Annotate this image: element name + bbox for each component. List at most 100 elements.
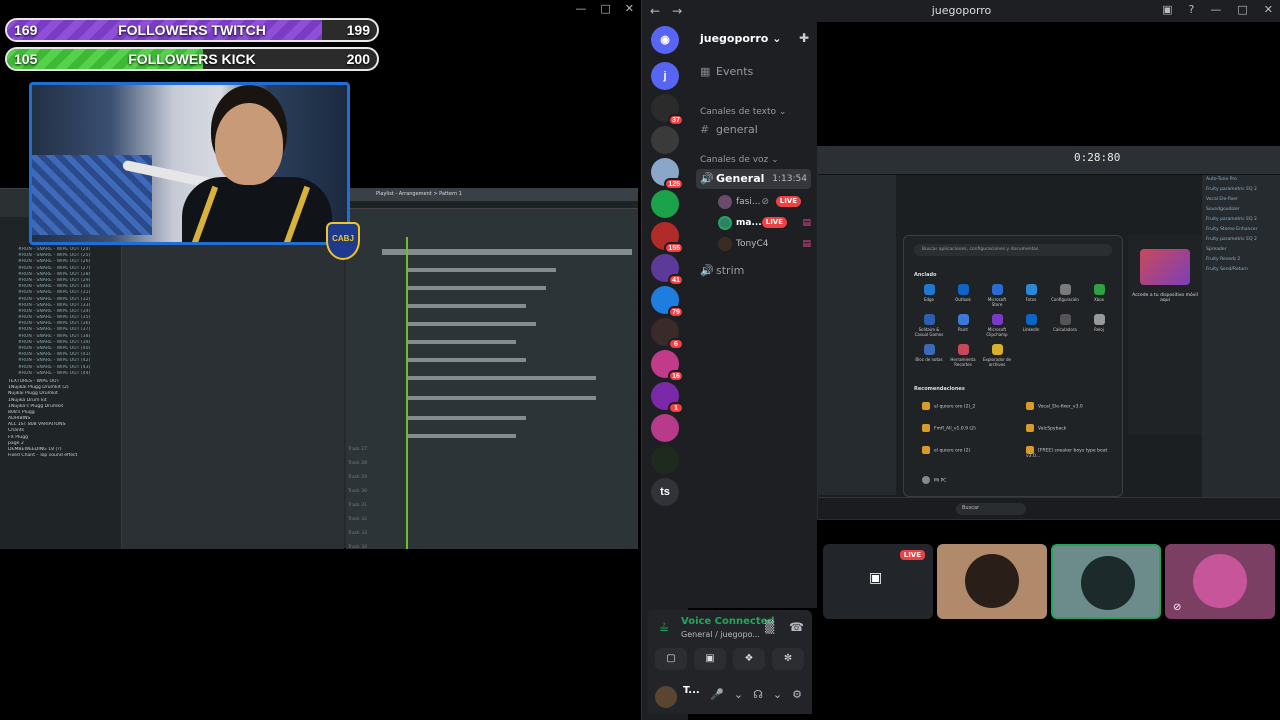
voice-channel-strim[interactable]: 🔊 strim bbox=[696, 261, 811, 281]
server-icon[interactable] bbox=[651, 414, 679, 442]
server-icon[interactable] bbox=[651, 190, 679, 218]
audio-clip[interactable] bbox=[406, 413, 526, 423]
chevron-down-icon[interactable]: ⌄ bbox=[773, 688, 782, 701]
recommended-item[interactable]: [FREE] sneaker boys type beat v3.0... bbox=[1026, 446, 1122, 459]
recommended-item[interactable]: Vocal_Ele-fixer_v3.0 bbox=[1026, 402, 1083, 410]
recommended-item[interactable]: el quiere oro (2)_2 bbox=[922, 402, 975, 410]
audio-clip[interactable] bbox=[406, 265, 556, 275]
start-app[interactable]: Outlook bbox=[948, 284, 978, 308]
audio-clip[interactable] bbox=[406, 337, 516, 347]
server-icon[interactable]: 41 bbox=[651, 254, 684, 286]
audio-clip[interactable] bbox=[406, 355, 526, 365]
server-icon[interactable]: 79 bbox=[651, 286, 684, 318]
audio-clip[interactable] bbox=[406, 283, 546, 293]
voice-channel-general[interactable]: 🔊 General 1:13:54 bbox=[696, 169, 811, 189]
disconnect-icon[interactable]: ☎ bbox=[789, 620, 804, 634]
audio-clip[interactable] bbox=[406, 301, 526, 311]
audio-clip[interactable] bbox=[406, 319, 536, 329]
start-app[interactable]: Calculadora bbox=[1050, 314, 1080, 338]
invite-people-icon[interactable]: ✚ bbox=[799, 31, 809, 45]
inbox-icon[interactable]: ▣ bbox=[1162, 3, 1172, 16]
start-app[interactable]: Fotos bbox=[1016, 284, 1046, 308]
start-app[interactable]: Bloc de notas bbox=[914, 344, 944, 368]
chevron-down-icon[interactable]: ⌄ bbox=[734, 688, 743, 701]
server-icon[interactable]: ts bbox=[651, 478, 679, 506]
screen-share-icon[interactable]: ▣ bbox=[694, 648, 726, 670]
guild-header[interactable]: juegoporro ⌄ ✚ bbox=[688, 22, 817, 54]
category-text-channels[interactable]: Canales de texto ⌄ bbox=[696, 102, 811, 122]
effect-slot[interactable]: Fruity parametric EQ 2 bbox=[1202, 185, 1280, 195]
discord-home-icon[interactable]: ◉ bbox=[651, 26, 679, 54]
audio-clip[interactable] bbox=[406, 373, 596, 383]
avatar[interactable] bbox=[655, 686, 677, 708]
participant-tile[interactable]: ⊘ bbox=[1165, 544, 1275, 619]
server-icon[interactable]: 16 bbox=[651, 350, 684, 382]
server-icon[interactable] bbox=[651, 446, 679, 474]
start-app[interactable]: Edge bbox=[914, 284, 944, 308]
participant-tile-speaking[interactable] bbox=[1051, 544, 1161, 619]
maximize-icon[interactable]: □ bbox=[600, 2, 610, 15]
start-app[interactable]: Microsoft Clipchamp bbox=[982, 314, 1012, 338]
start-app[interactable]: Xbox bbox=[1084, 284, 1114, 308]
start-app[interactable]: Herramienta Recortes bbox=[948, 344, 978, 368]
effect-slot[interactable]: Vocal Ele-fixer bbox=[1202, 195, 1280, 205]
server-icon[interactable] bbox=[651, 126, 679, 154]
voice-user[interactable]: TonyC4 ▤ bbox=[718, 234, 811, 254]
start-app[interactable]: Solitaire & Casual Games bbox=[914, 314, 944, 338]
soundboard-icon[interactable]: ✼ bbox=[772, 648, 804, 670]
close-icon[interactable]: ✕ bbox=[1264, 3, 1273, 16]
server-icon[interactable]: 37 bbox=[651, 94, 684, 126]
voice-user[interactable]: ma... LIVE ▤ bbox=[718, 213, 811, 233]
events-link[interactable]: ▦ Events bbox=[696, 62, 811, 82]
playhead[interactable] bbox=[406, 237, 408, 549]
effect-slot[interactable]: Fruity Stereo Enhancer bbox=[1202, 225, 1280, 235]
noise-suppression-icon[interactable]: ▒ bbox=[765, 620, 774, 634]
taskbar-search[interactable]: Buscar bbox=[956, 503, 1026, 515]
recommended-item[interactable]: Fmfl_All_v1.0.9 (2) bbox=[922, 424, 976, 432]
minimize-icon[interactable]: — bbox=[1210, 3, 1221, 16]
channel-general-text[interactable]: # general bbox=[696, 120, 811, 140]
audio-clip[interactable] bbox=[382, 245, 632, 259]
effect-slot[interactable]: Fruity parametric EQ 2 bbox=[1202, 235, 1280, 245]
start-search-input[interactable]: Buscar aplicaciones, configuraciones y d… bbox=[914, 244, 1112, 256]
shared-screen-stream[interactable]: 0:28:80 Buscar aplicaciones, configuraci… bbox=[817, 146, 1280, 520]
minimize-icon[interactable]: — bbox=[575, 2, 586, 15]
effect-slot[interactable]: Soundgoodizer bbox=[1202, 205, 1280, 215]
recommended-item[interactable]: ValcSpyback bbox=[1026, 424, 1066, 432]
audio-clip[interactable] bbox=[406, 431, 516, 441]
server-icon[interactable]: j bbox=[651, 62, 679, 90]
help-icon[interactable]: ? bbox=[1189, 3, 1195, 16]
browser-folder[interactable]: Fixed Chant - Top sound effect bbox=[0, 453, 121, 459]
effect-slot[interactable]: Fruity parametric EQ 2 bbox=[1202, 215, 1280, 225]
user-name[interactable]: T... bbox=[683, 685, 700, 696]
effect-slot[interactable]: Fruity Reverb 2 bbox=[1202, 255, 1280, 265]
participant-tile-stream[interactable]: LIVE ▣ bbox=[823, 544, 933, 619]
start-user[interactable]: Mi PC bbox=[922, 476, 946, 484]
browser-item[interactable]: #RUN - SNARE - WIPE OUT (44) bbox=[0, 371, 121, 377]
start-app[interactable]: Paint bbox=[948, 314, 978, 338]
participant-tile[interactable] bbox=[937, 544, 1047, 619]
start-app[interactable]: Reloj bbox=[1084, 314, 1114, 338]
server-icon[interactable]: 125 bbox=[651, 158, 684, 190]
recommended-item[interactable]: el quiere oro (2) bbox=[922, 446, 970, 454]
maximize-icon[interactable]: □ bbox=[1237, 3, 1247, 16]
audio-clip[interactable] bbox=[406, 393, 596, 403]
voice-location[interactable]: General / juegopo... bbox=[681, 630, 760, 639]
effect-slot[interactable]: Auto-Tune Pro bbox=[1202, 175, 1280, 185]
microphone-icon[interactable]: 🎤 bbox=[710, 688, 724, 701]
start-app[interactable]: Explorador de archivos bbox=[982, 344, 1012, 368]
headphones-icon[interactable]: ☊ bbox=[753, 688, 763, 701]
activities-icon[interactable]: ❖ bbox=[733, 648, 765, 670]
start-app[interactable]: LinkedIn bbox=[1016, 314, 1046, 338]
voice-status[interactable]: Voice Connected bbox=[681, 616, 775, 627]
category-voice-channels[interactable]: Canales de voz ⌄ bbox=[696, 150, 811, 170]
settings-gear-icon[interactable]: ⚙ bbox=[792, 688, 802, 701]
camera-off-icon[interactable]: ▢ bbox=[655, 648, 687, 670]
voice-user[interactable]: fasi... ⊘ LIVE bbox=[718, 192, 811, 212]
start-app[interactable]: Configuración bbox=[1050, 284, 1080, 308]
effect-slot[interactable]: Fruity Send/Return bbox=[1202, 265, 1280, 275]
start-app[interactable]: Microsoft Store bbox=[982, 284, 1012, 308]
server-icon[interactable]: 6 bbox=[651, 318, 684, 350]
server-icon[interactable]: 155 bbox=[651, 222, 684, 254]
close-icon[interactable]: ✕ bbox=[625, 2, 634, 15]
